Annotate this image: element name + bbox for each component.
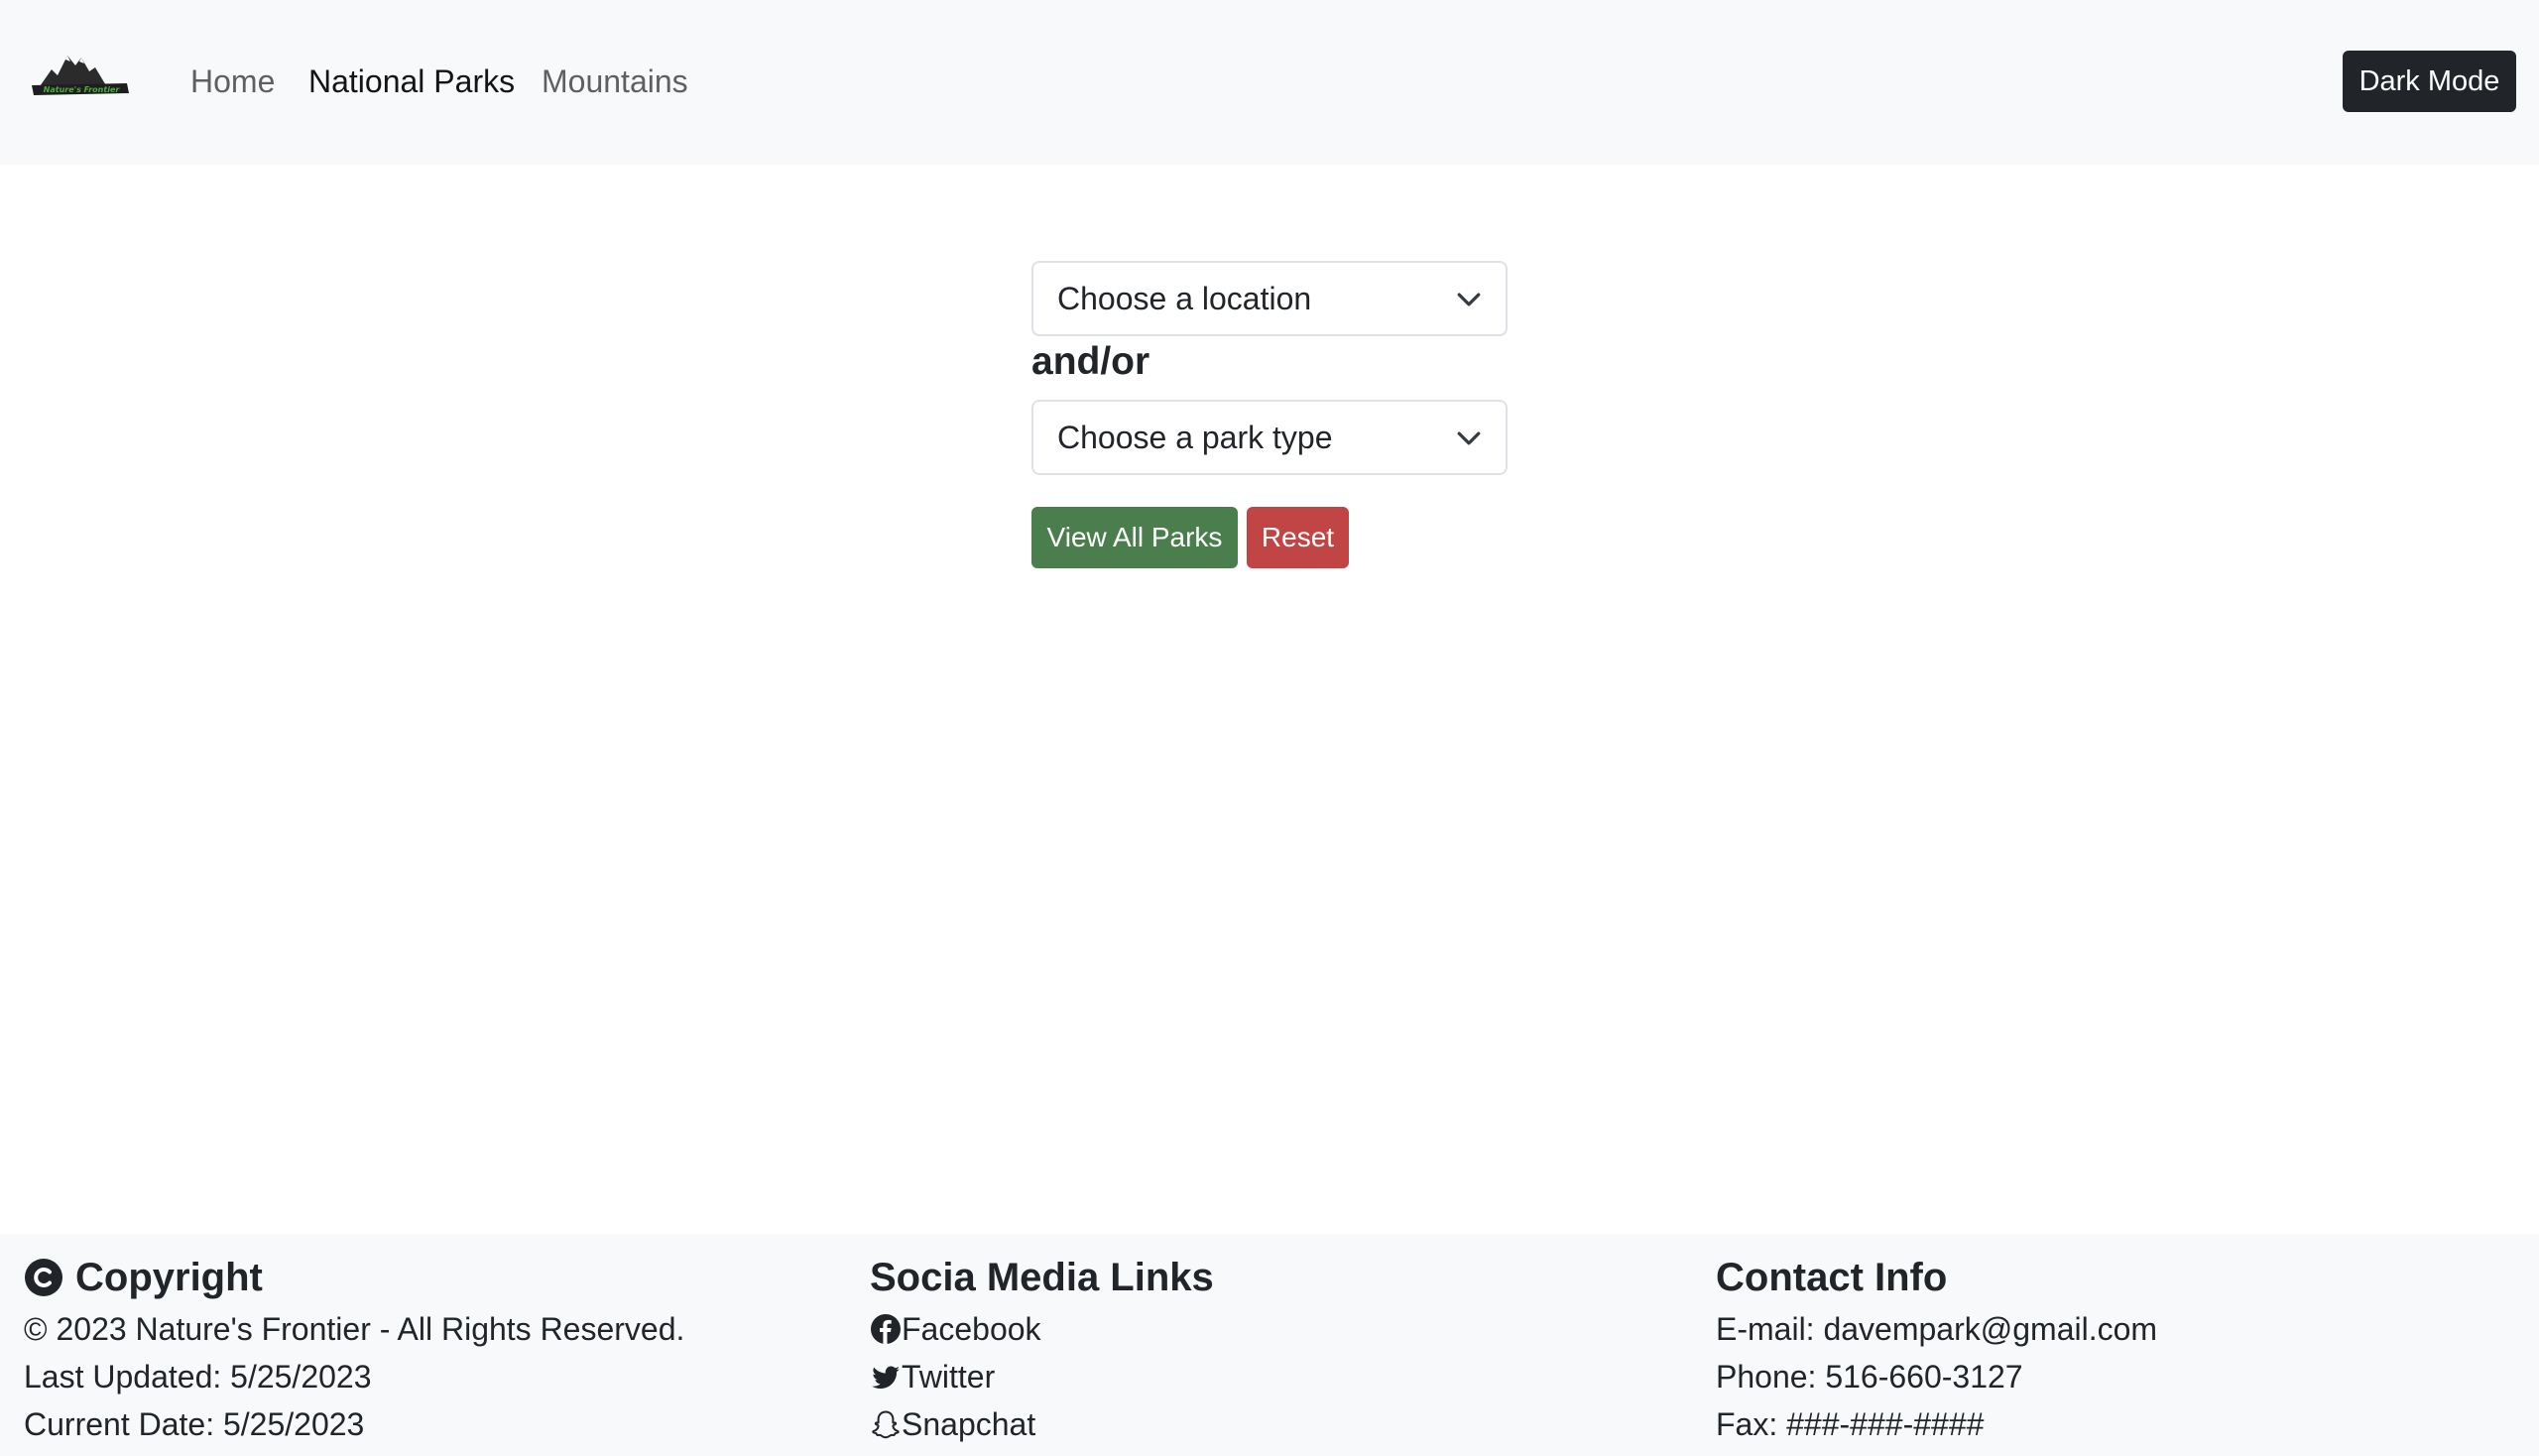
- footer: Copyright © 2023 Nature's Frontier - All…: [0, 1234, 2539, 1456]
- footer-social-section: Socia Media Links Facebook Twitter Snapc…: [870, 1250, 1214, 1448]
- copyright-notice: © 2023 Nature's Frontier - All Rights Re…: [24, 1311, 685, 1347]
- copyright-heading-text: Copyright: [75, 1256, 263, 1299]
- snapchat-link[interactable]: Snapchat: [870, 1400, 1214, 1448]
- view-all-parks-button[interactable]: View All Parks: [1031, 507, 1238, 568]
- park-type-select[interactable]: Choose a park type: [1031, 400, 1508, 475]
- nav-link-national-parks[interactable]: National Parks: [308, 60, 515, 103]
- snapchat-icon: [872, 1410, 900, 1439]
- contact-phone: Phone: 516-660-3127: [1716, 1359, 2023, 1395]
- chevron-down-icon: [1457, 293, 1481, 306]
- social-heading: Socia Media Links: [870, 1256, 1214, 1299]
- twitter-link-label: Twitter: [902, 1359, 996, 1395]
- mountain-logo-icon: Nature's Frontier: [32, 56, 129, 95]
- park-type-select-value: Choose a park type: [1057, 420, 1333, 455]
- facebook-icon: [871, 1314, 901, 1344]
- snapchat-link-label: Snapchat: [902, 1406, 1036, 1442]
- facebook-link[interactable]: Facebook: [870, 1305, 1214, 1353]
- chevron-down-icon: [1457, 431, 1481, 445]
- copyright-heading: Copyright: [24, 1250, 684, 1305]
- and-or-label: and/or: [1031, 340, 1150, 383]
- copyright-icon: [25, 1259, 62, 1296]
- last-updated-text: Last Updated: 5/25/2023: [24, 1359, 372, 1395]
- dark-mode-button[interactable]: Dark Mode: [2343, 51, 2516, 112]
- contact-heading: Contact Info: [1716, 1256, 1948, 1299]
- contact-email: E-mail: davempark@gmail.com: [1716, 1311, 2158, 1347]
- site-logo[interactable]: Nature's Frontier: [30, 50, 135, 99]
- footer-contact-section: Contact Info E-mail: davempark@gmail.com…: [1716, 1250, 2157, 1448]
- svg-text:Nature's Frontier: Nature's Frontier: [44, 85, 121, 94]
- twitter-link[interactable]: Twitter: [870, 1353, 1214, 1400]
- nav-link-mountains[interactable]: Mountains: [542, 60, 688, 103]
- navbar: Nature's Frontier Home National Parks Mo…: [0, 0, 2539, 165]
- current-date-text: Current Date: 5/25/2023: [24, 1406, 365, 1442]
- twitter-icon: [872, 1366, 900, 1390]
- nav-link-home[interactable]: Home: [190, 60, 275, 103]
- facebook-link-label: Facebook: [902, 1311, 1041, 1347]
- location-select[interactable]: Choose a location: [1031, 261, 1508, 336]
- reset-button[interactable]: Reset: [1247, 507, 1349, 568]
- footer-copyright-section: Copyright © 2023 Nature's Frontier - All…: [24, 1250, 684, 1448]
- location-select-value: Choose a location: [1057, 281, 1312, 316]
- contact-fax: Fax: ###-###-####: [1716, 1406, 1985, 1442]
